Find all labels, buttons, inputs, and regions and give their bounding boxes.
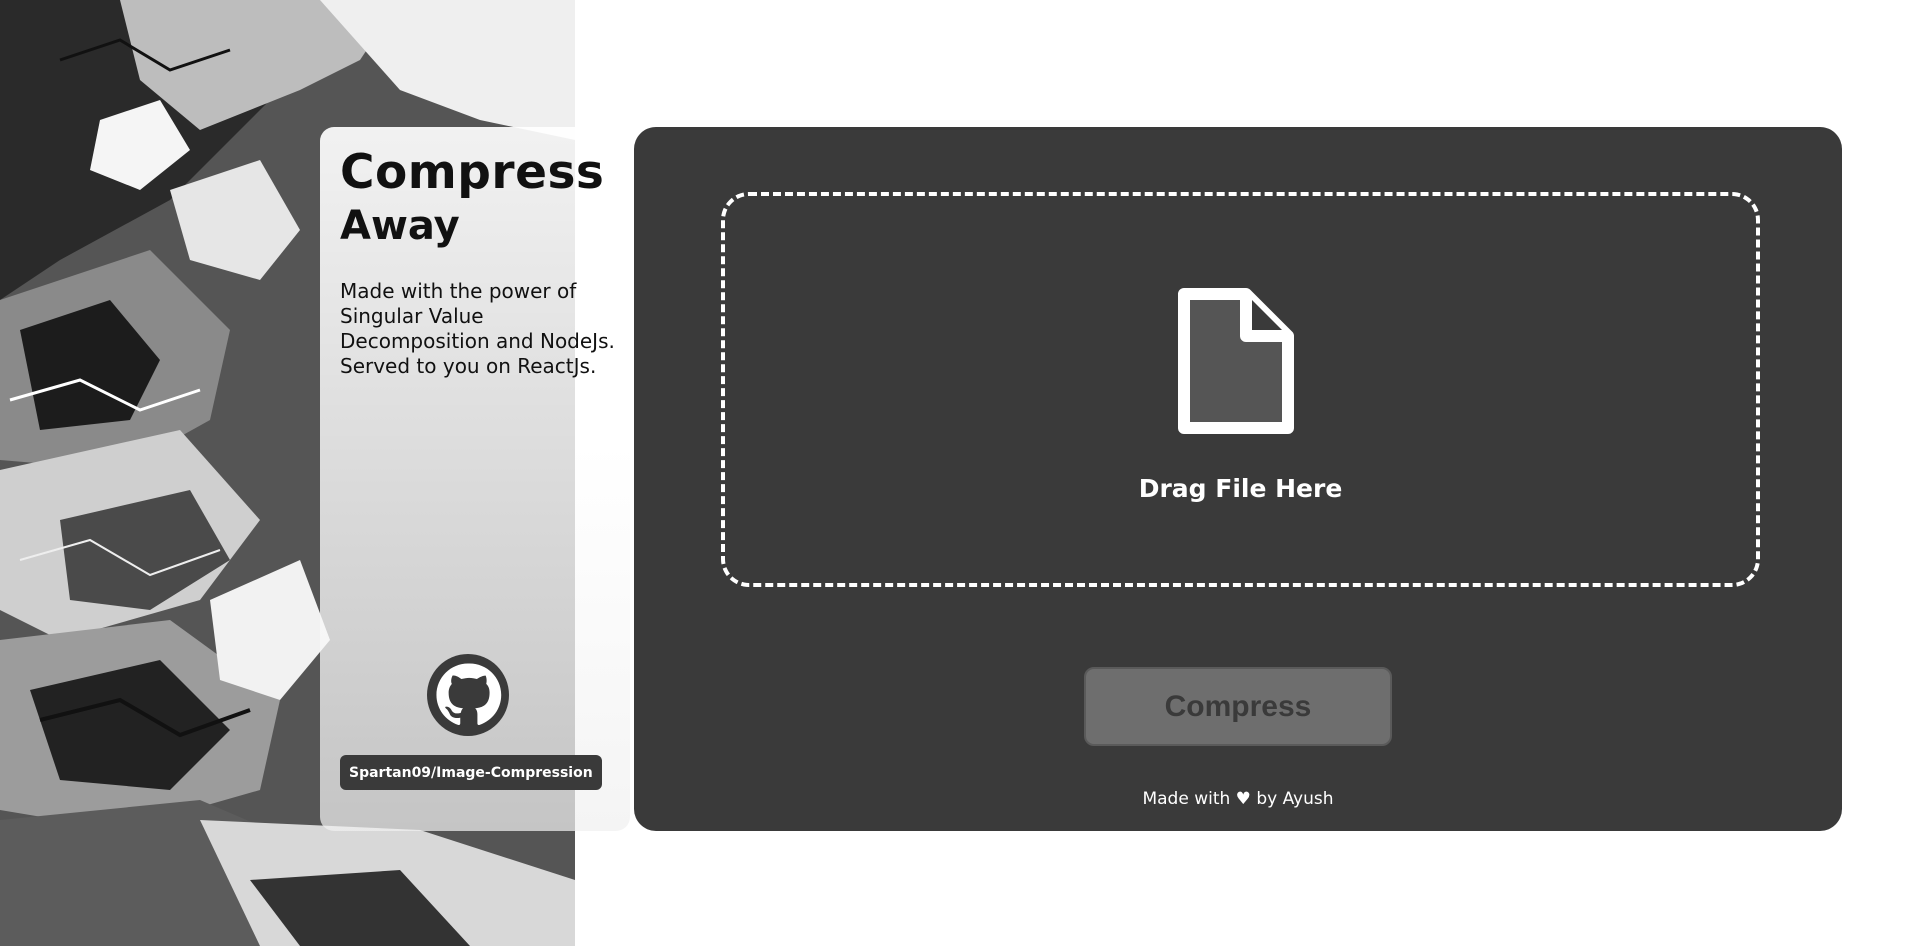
github-icon[interactable] xyxy=(427,654,509,736)
compress-button[interactable]: Compress xyxy=(1084,667,1392,746)
page: Compress Away Made with the power of Sin… xyxy=(0,0,1920,946)
footer-credit: Made with ♥ by Ayush xyxy=(634,789,1842,809)
title-line-2: Away xyxy=(340,203,460,249)
footer-author: by Ayush xyxy=(1256,789,1334,809)
file-icon xyxy=(1178,288,1294,434)
footer-made-with: Made with xyxy=(1142,789,1231,809)
app-description: Made with the power of Singular Value De… xyxy=(340,279,615,378)
app-title: Compress Away xyxy=(340,149,604,246)
info-panel: Compress Away Made with the power of Sin… xyxy=(320,127,630,831)
repo-link[interactable]: Spartan09/Image-Compression xyxy=(340,755,602,790)
upload-card: Drag File Here Compress Made with ♥ by A… xyxy=(634,127,1842,831)
file-dropzone[interactable]: Drag File Here xyxy=(721,192,1760,587)
heart-icon: ♥ xyxy=(1235,789,1251,809)
drop-label: Drag File Here xyxy=(1138,474,1343,503)
title-line-1: Compress xyxy=(340,145,605,200)
